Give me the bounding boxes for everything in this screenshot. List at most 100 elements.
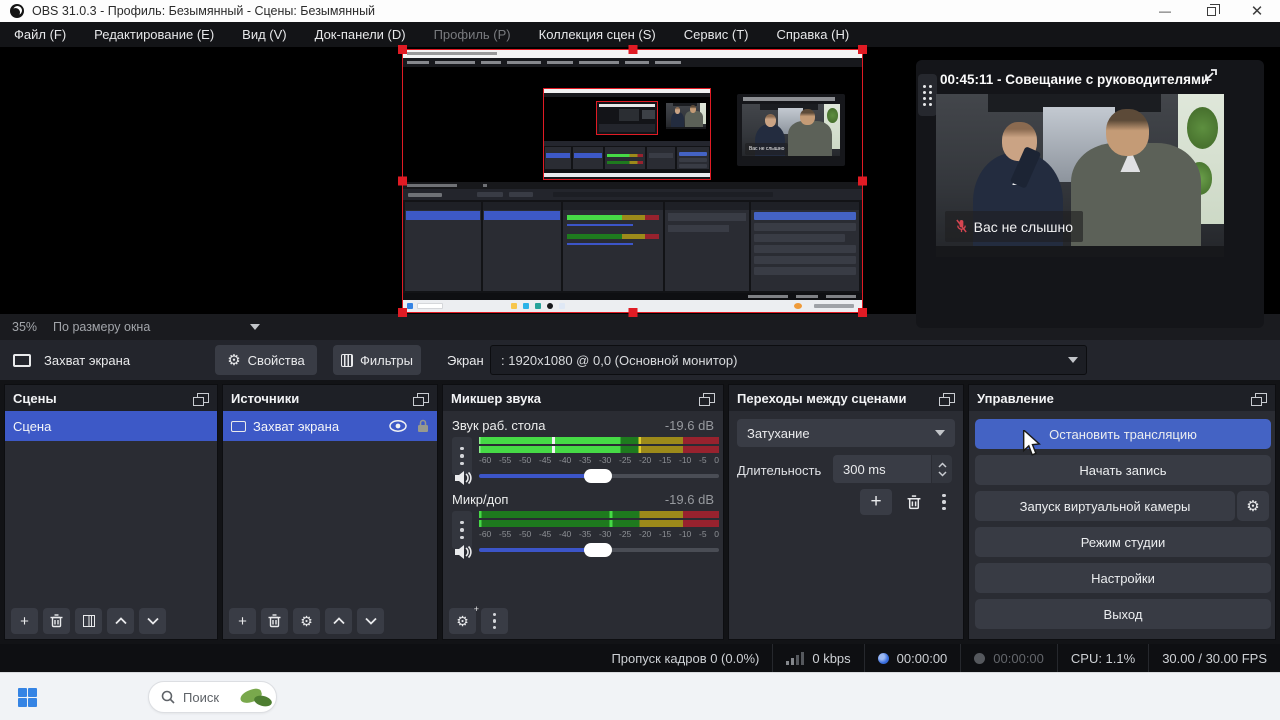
handle-top-left[interactable] xyxy=(398,45,407,54)
popout-icon[interactable] xyxy=(939,393,955,406)
settings-button[interactable]: Настройки xyxy=(975,563,1271,593)
scene-up-button[interactable] xyxy=(107,608,134,634)
add-transition-button[interactable]: + xyxy=(860,489,892,515)
muted-caption: Вас не слышно xyxy=(944,211,1084,243)
popout-icon[interactable] xyxy=(699,393,715,406)
handle-mid-right[interactable] xyxy=(858,176,867,186)
restore-button[interactable] xyxy=(1188,0,1234,22)
record-indicator-icon xyxy=(974,652,986,664)
handle-top-right[interactable] xyxy=(858,45,867,54)
lock-icon[interactable] xyxy=(417,419,429,433)
cpu-usage: CPU: 1.1% xyxy=(1056,644,1148,672)
virtual-camera-settings-button[interactable]: ⚙ xyxy=(1237,491,1269,521)
menu-view[interactable]: Вид (V) xyxy=(228,22,300,47)
source-toolbar: Захват экрана ⚙ Свойства Фильтры Экран :… xyxy=(0,340,1280,380)
scene-item[interactable]: Сцена xyxy=(5,411,217,441)
remove-source-button[interactable] xyxy=(261,608,288,634)
popout-icon[interactable] xyxy=(413,393,429,406)
menu-edit[interactable]: Редактирование (E) xyxy=(80,22,228,47)
source-item[interactable]: Захват экрана xyxy=(223,411,437,441)
handle-bottom-left[interactable] xyxy=(398,308,407,317)
transition-select[interactable]: Затухание xyxy=(737,419,955,447)
add-source-button[interactable]: + xyxy=(229,608,256,634)
dock-popout-icon[interactable] xyxy=(1202,68,1218,89)
video-art xyxy=(1071,142,1201,257)
screen-select[interactable]: : 1920x1080 @ 0,0 (Основной монитор) xyxy=(490,345,1087,375)
popout-icon[interactable] xyxy=(1251,393,1267,406)
mixer-menu-button[interactable] xyxy=(481,608,508,634)
scene-down-button[interactable] xyxy=(139,608,166,634)
handle-mid-left[interactable] xyxy=(398,176,407,186)
studio-mode-button[interactable]: Режим студии xyxy=(975,527,1271,557)
zoom-percent: 35% xyxy=(12,320,38,334)
controls-panel: Управление Остановить трансляцию Начать … xyxy=(968,384,1276,640)
volume-slider[interactable] xyxy=(479,469,719,483)
menu-file[interactable]: Файл (F) xyxy=(0,22,80,47)
transitions-toolbar: + xyxy=(860,489,953,515)
spinner-down-icon[interactable] xyxy=(937,470,947,477)
duration-input[interactable]: 300 ms xyxy=(833,455,931,483)
meeting-dock[interactable]: 00:45:11 - Совещание с руководителями ко… xyxy=(916,60,1264,328)
sources-panel: Источники Захват экрана + ⚙ xyxy=(222,384,438,640)
mic-off-icon xyxy=(955,219,967,233)
exit-button[interactable]: Выход xyxy=(975,599,1271,629)
slider-thumb[interactable] xyxy=(583,469,612,483)
mute-button[interactable] xyxy=(452,467,474,489)
restore-icon xyxy=(1206,3,1220,16)
menu-docks[interactable]: Док-панели (D) xyxy=(301,22,420,47)
advanced-audio-button[interactable]: ⚙ + xyxy=(449,604,479,634)
dock-drag-handle[interactable] xyxy=(918,74,937,116)
popout-icon[interactable] xyxy=(193,393,209,406)
mini-statusbar xyxy=(403,293,862,300)
source-properties-button[interactable]: ⚙ xyxy=(293,608,320,634)
slider-thumb[interactable] xyxy=(583,543,612,557)
close-button[interactable]: ✕ xyxy=(1234,0,1280,22)
bitrate: 0 kbps xyxy=(772,644,863,672)
filters-button[interactable]: Фильтры xyxy=(333,345,421,375)
display-icon xyxy=(231,420,246,432)
chevron-down-icon[interactable] xyxy=(250,324,261,330)
mini-zoomrow xyxy=(403,182,862,189)
handle-bottom-right[interactable] xyxy=(858,308,867,317)
source-down-button[interactable] xyxy=(357,608,384,634)
volume-slider[interactable] xyxy=(479,543,719,557)
source-up-button[interactable] xyxy=(325,608,352,634)
start-recording-button[interactable]: Начать запись xyxy=(975,455,1271,485)
chevron-down-icon xyxy=(935,430,945,436)
handle-bottom-center[interactable] xyxy=(628,308,637,317)
channel-name: Микр/доп xyxy=(452,492,509,507)
spinner-up-icon[interactable] xyxy=(937,461,947,468)
screen-capture-preview[interactable]: Вас не слышно xyxy=(398,45,867,317)
start-button[interactable] xyxy=(18,688,37,707)
menu-scene-collection[interactable]: Коллекция сцен (S) xyxy=(525,22,670,47)
menu-help[interactable]: Справка (H) xyxy=(763,22,864,47)
remove-transition-button[interactable] xyxy=(900,489,927,515)
remove-scene-button[interactable] xyxy=(43,608,70,634)
add-scene-button[interactable]: + xyxy=(11,608,38,634)
menu-bar: Файл (F) Редактирование (E) Вид (V) Док-… xyxy=(0,22,1280,47)
menu-profile[interactable]: Профиль (P) xyxy=(420,22,525,47)
gear-icon: ⚙ xyxy=(227,351,241,369)
menu-tools[interactable]: Сервис (T) xyxy=(670,22,763,47)
transition-menu-button[interactable] xyxy=(935,489,953,515)
channel-level: -19.6 dB xyxy=(664,492,714,507)
minimize-button[interactable]: — xyxy=(1142,0,1188,22)
properties-button[interactable]: ⚙ Свойства xyxy=(215,345,317,375)
search-box[interactable]: Поиск xyxy=(148,681,277,713)
preview-canvas[interactable]: Вас не слышно 00:45:11 - Совещание с рук… xyxy=(0,45,1280,328)
stream-timer: 00:00:00 xyxy=(863,644,961,672)
stop-streaming-button[interactable]: Остановить трансляцию xyxy=(975,419,1271,449)
channel-level: -19.6 dB xyxy=(664,418,714,433)
handle-top-center[interactable] xyxy=(628,45,637,54)
scene-filters-button[interactable] xyxy=(75,608,102,634)
scenes-title: Сцены xyxy=(13,390,57,406)
window-titlebar[interactable]: OBS 31.0.3 - Профиль: Безымянный - Сцены… xyxy=(0,0,1280,22)
mini-toolbar xyxy=(403,189,862,200)
duration-spinner[interactable] xyxy=(932,455,952,483)
eye-icon[interactable] xyxy=(389,420,407,432)
mute-button[interactable] xyxy=(452,541,474,563)
transitions-panel: Переходы между сценами Затухание Длитель… xyxy=(728,384,964,640)
mini-panels xyxy=(403,200,862,293)
virtual-camera-button[interactable]: Запуск виртуальной камеры xyxy=(975,491,1235,521)
zoom-fit-mode[interactable]: По размеру окна xyxy=(53,320,150,334)
